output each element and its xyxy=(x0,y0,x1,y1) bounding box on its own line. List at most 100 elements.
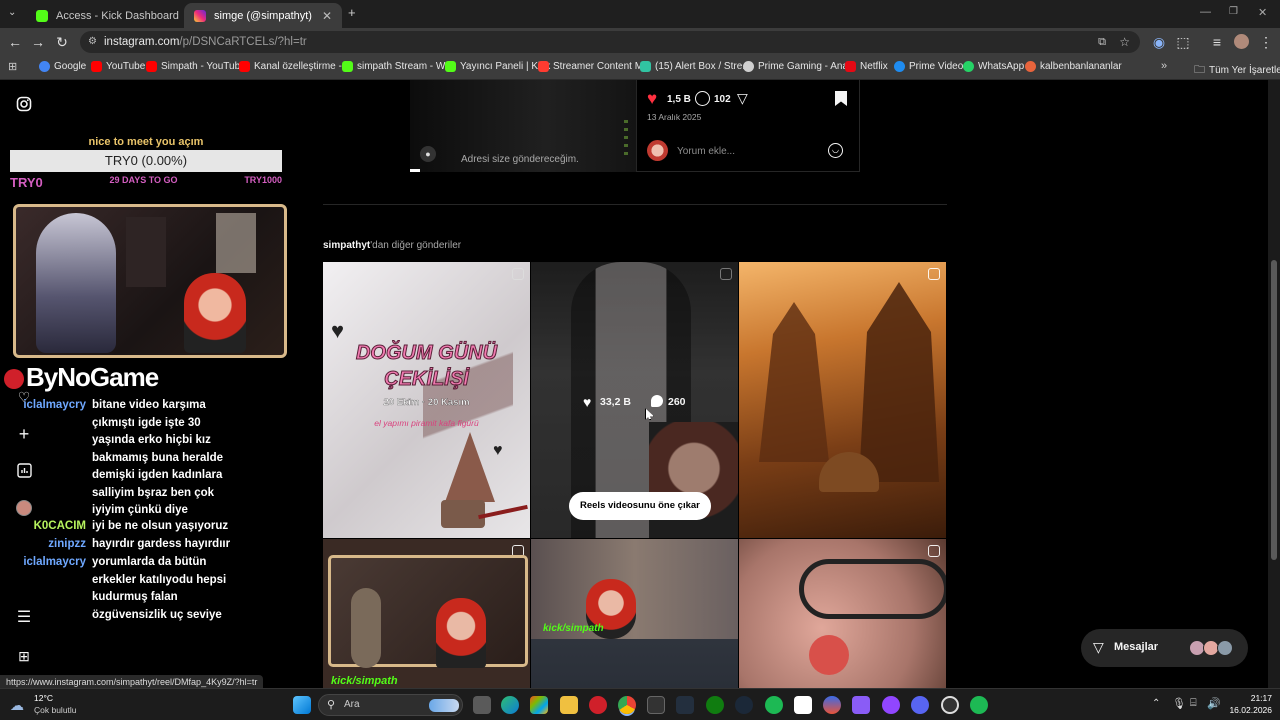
chat-username: iclalmaycry xyxy=(23,556,86,568)
clock-date[interactable]: 16.02.2026 xyxy=(1224,705,1272,715)
bookmark-yayinci-paneli[interactable]: Yayıncı Paneli | Kick xyxy=(445,61,550,72)
maximize-icon[interactable]: ❐ xyxy=(1229,6,1238,17)
tagged-user-icon[interactable]: ● xyxy=(420,146,436,162)
weather-desc[interactable]: Çok bulutlu xyxy=(34,705,77,715)
spotify-icon[interactable] xyxy=(970,696,988,714)
chrome-icon[interactable] xyxy=(618,696,636,714)
bookmark-prime-gaming[interactable]: Prime Gaming - Ana... xyxy=(743,61,856,72)
reload-icon[interactable]: ↻ xyxy=(53,33,71,51)
url-field[interactable]: ⚙ instagram.com/p/DSNCaRTCELs/?hl=tr ⧉ ☆ xyxy=(80,31,1140,53)
more-posts-username[interactable]: simpathyt xyxy=(323,240,370,251)
kick-favicon-icon xyxy=(36,9,48,22)
extension-icon[interactable]: ◉ xyxy=(1150,33,1168,51)
tab-search-icon[interactable]: ⌄ xyxy=(8,7,16,18)
site-info-icon[interactable]: ⚙ xyxy=(88,31,97,53)
network-icon[interactable]: ⌸ xyxy=(1190,697,1197,710)
app-icon[interactable] xyxy=(823,696,841,714)
bookmark-whatsapp[interactable]: WhatsApp xyxy=(963,61,1024,72)
tray-chevron-icon[interactable]: ⌃ xyxy=(1152,698,1160,709)
app-icon[interactable] xyxy=(882,696,900,714)
all-bookmarks[interactable]: 🗀 Tüm Yer İşaretleri xyxy=(1194,61,1280,80)
share-icon[interactable]: ▽ xyxy=(737,90,748,107)
saved-bookmark-icon[interactable] xyxy=(835,91,847,106)
spotify-icon[interactable] xyxy=(765,696,783,714)
bookmark-streamer-content[interactable]: Streamer Content M... xyxy=(538,61,651,72)
like-count[interactable]: 1,5 B xyxy=(667,94,691,105)
epic-games-icon[interactable] xyxy=(647,696,665,714)
like-heart-icon: ♥ xyxy=(583,394,592,410)
goal-days-left: 29 DAYS TO GO xyxy=(109,175,178,185)
clock-time[interactable]: 21:17 xyxy=(1232,693,1272,703)
more-bookmarks-icon[interactable]: » xyxy=(1161,60,1167,72)
grid-post[interactable] xyxy=(739,539,946,688)
close-tab-icon[interactable]: ✕ xyxy=(322,9,332,23)
forward-icon[interactable]: → xyxy=(29,33,47,51)
bookmark-kalbenbanlananlar[interactable]: kalbenbanlananlar xyxy=(1025,61,1122,72)
menu-kebab-icon[interactable]: ⋮ xyxy=(1257,33,1275,51)
taskbar-search[interactable]: ⚲ Ara xyxy=(318,694,463,716)
bookmark-netflix[interactable]: Netflix xyxy=(845,61,888,72)
messages-button[interactable]: ▽ Mesajlar xyxy=(1081,629,1248,667)
comment-icon[interactable] xyxy=(695,91,710,106)
tab-label: Access - Kick Dashboard xyxy=(56,9,179,22)
game-character xyxy=(351,588,381,668)
reading-list-icon[interactable]: ≡ xyxy=(1208,33,1226,51)
profile-avatar[interactable] xyxy=(1234,34,1249,49)
edge-icon[interactable] xyxy=(501,696,519,714)
back-icon[interactable]: ← xyxy=(6,33,24,51)
grid-post[interactable]: kick/simpath xyxy=(531,539,738,688)
file-explorer-icon[interactable] xyxy=(560,696,578,714)
comment-input[interactable]: Yorum ekle... xyxy=(677,146,735,157)
liked-heart-icon[interactable]: ♥ xyxy=(647,90,657,107)
amazon-icon[interactable] xyxy=(676,696,694,714)
grid-post[interactable] xyxy=(739,262,946,538)
bookmark-youtube[interactable]: YouTube xyxy=(91,61,145,72)
bookmark-star-icon[interactable]: ☆ xyxy=(1119,31,1130,53)
opera-icon[interactable] xyxy=(589,696,607,714)
steam-icon[interactable] xyxy=(735,696,753,714)
search-placeholder: Ara xyxy=(344,699,360,710)
task-view-icon[interactable] xyxy=(473,696,491,714)
bookmark-simpath-stream[interactable]: simpath Stream - W... xyxy=(342,61,453,72)
bookmark-simpath-youtube[interactable]: Simpath - YouTube xyxy=(146,61,246,72)
grid-post[interactable]: ♥ DOĞUM GÜNÜ ÇEKİLİŞİ 20 Ekim · 20 Kasım… xyxy=(323,262,530,538)
close-window-icon[interactable]: ✕ xyxy=(1258,6,1267,19)
minimize-icon[interactable]: — xyxy=(1200,6,1211,18)
bookmark-prime-video[interactable]: Prime Video xyxy=(894,61,963,72)
grid-post[interactable]: kick/simpath xyxy=(323,539,530,688)
page-scrollbar[interactable] xyxy=(1268,80,1280,688)
scrollbar-thumb[interactable] xyxy=(1271,260,1277,560)
obs-icon[interactable] xyxy=(941,696,959,714)
more-posts-heading: simpathyt'dan diğer gönderiler xyxy=(323,240,461,251)
also-from-meta-icon[interactable]: ⊞ xyxy=(16,648,32,664)
windows-start-icon[interactable] xyxy=(293,696,311,714)
pin-reel-tooltip[interactable]: Reels videosunu öne çıkar xyxy=(569,492,711,520)
kick-tag: kick/simpath xyxy=(543,623,604,634)
weather-cloud-icon[interactable]: ☁ xyxy=(10,697,24,714)
capcut-icon[interactable] xyxy=(794,696,812,714)
video-progress[interactable] xyxy=(410,169,420,172)
grid-post-hovered[interactable]: ♥ 33,2 B 260 Reels videosunu öne çıkar xyxy=(531,262,738,538)
tab-kick-dashboard[interactable]: Access - Kick Dashboard ✕ xyxy=(26,3,182,28)
comment-count[interactable]: 102 xyxy=(714,94,731,105)
weather-temp[interactable]: 12°C xyxy=(34,693,53,703)
microphone-icon[interactable]: 🎙 xyxy=(1172,697,1186,710)
clipchamp-icon[interactable] xyxy=(852,696,870,714)
bookmark-label: Streamer Content M... xyxy=(553,61,652,72)
bookmark-google[interactable]: Google xyxy=(39,61,86,72)
volume-icon[interactable]: 🔊 xyxy=(1207,697,1221,710)
install-app-icon[interactable]: ⧉ xyxy=(1098,31,1106,53)
instagram-logo-icon[interactable] xyxy=(16,96,32,112)
apps-grid-icon[interactable]: ⊞ xyxy=(8,60,17,73)
discord-icon[interactable] xyxy=(911,696,929,714)
emoji-icon[interactable]: ◡ xyxy=(828,143,843,158)
bookmark-label: Simpath - YouTube xyxy=(161,61,246,72)
bookmark-kanal[interactable]: Kanal özelleştirme -... xyxy=(239,61,350,72)
extensions-puzzle-icon[interactable]: ⬚ xyxy=(1174,33,1192,51)
post-video[interactable]: ● Adresi size göndereceğim. xyxy=(410,80,636,172)
new-tab-button[interactable]: + xyxy=(348,5,356,20)
copilot-icon[interactable] xyxy=(530,696,548,714)
bookmark-alert-box[interactable]: (15) Alert Box / Stre... xyxy=(640,61,751,72)
tab-instagram[interactable]: simge (@simpathyt) • Instagram ✕ xyxy=(184,3,342,28)
xbox-icon[interactable] xyxy=(706,696,724,714)
